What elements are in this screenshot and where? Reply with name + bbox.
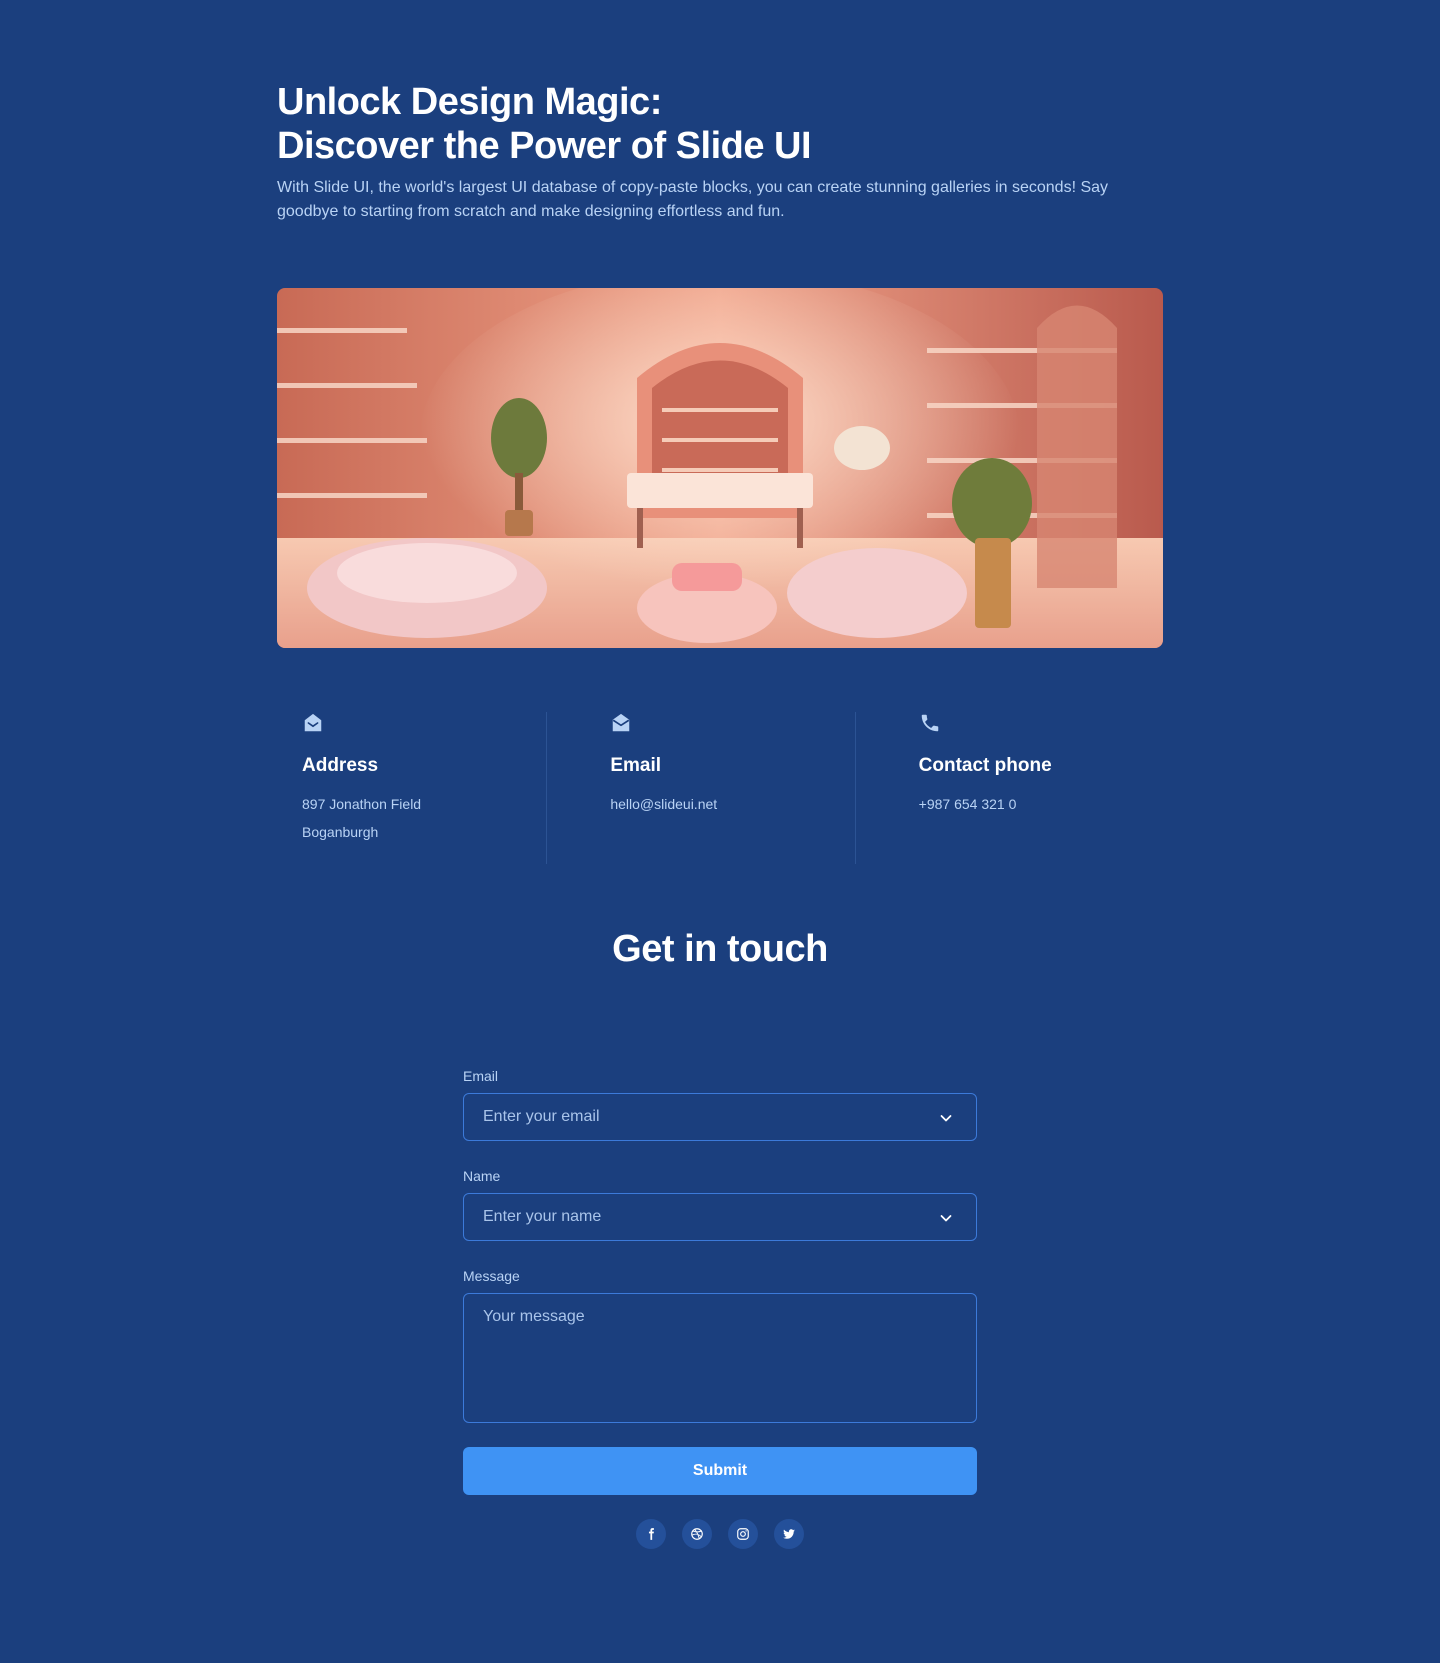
name-input[interactable] <box>464 1194 976 1240</box>
email-field-wrapper <box>463 1093 977 1141</box>
email-card: Email hello@slideui.net <box>546 712 854 864</box>
address-title: Address <box>302 755 379 776</box>
instagram-icon <box>737 1528 749 1540</box>
hero-title-line2: Discover the Power of Slide UI <box>277 125 812 167</box>
envelope-open-icon <box>613 713 630 732</box>
twitter-icon <box>783 1529 795 1539</box>
message-field-wrapper <box>463 1293 977 1423</box>
dribbble-link[interactable] <box>682 1519 712 1549</box>
get-in-touch-title: Get in touch <box>612 928 828 970</box>
email-title: Email <box>610 755 662 776</box>
dribbble-icon <box>691 1528 703 1540</box>
hero-title-line1: Unlock Design Magic: <box>277 81 662 123</box>
message-textarea[interactable] <box>464 1294 976 1422</box>
hero-title: Unlock Design Magic: Discover the Power … <box>277 80 812 168</box>
submit-button[interactable]: Submit <box>463 1447 977 1495</box>
email-label: Email <box>463 1068 499 1084</box>
contact-info-row: Address 897 Jonathon Field Boganburgh Em… <box>277 712 1163 864</box>
message-label: Message <box>463 1268 520 1284</box>
hero-image <box>277 288 1163 648</box>
instagram-link[interactable] <box>728 1519 758 1549</box>
phone-value[interactable]: +987 654 321 0 <box>919 790 1163 818</box>
email-value[interactable]: hello@slideui.net <box>610 790 854 818</box>
phone-title: Contact phone <box>918 755 1052 776</box>
twitter-link[interactable] <box>774 1519 804 1549</box>
email-input[interactable] <box>464 1094 976 1140</box>
social-links <box>463 1519 977 1549</box>
facebook-link[interactable] <box>636 1519 666 1549</box>
address-line1: 897 Jonathon Field <box>302 796 422 812</box>
phone-icon <box>921 714 938 732</box>
address-line2: Boganburgh <box>302 824 379 840</box>
contact-form: Email Name Message Submit <box>463 1066 977 1549</box>
address-card: Address 897 Jonathon Field Boganburgh <box>277 712 546 864</box>
chevron-down-icon[interactable] <box>938 1110 954 1126</box>
name-label: Name <box>463 1168 501 1184</box>
facebook-icon <box>648 1528 654 1540</box>
phone-card: Contact phone +987 654 321 0 <box>854 712 1163 864</box>
home-envelope-icon <box>304 713 322 732</box>
hero-description: With Slide UI, the world's largest UI da… <box>277 179 1109 220</box>
name-field-wrapper <box>463 1193 977 1241</box>
chevron-down-icon[interactable] <box>938 1210 954 1226</box>
